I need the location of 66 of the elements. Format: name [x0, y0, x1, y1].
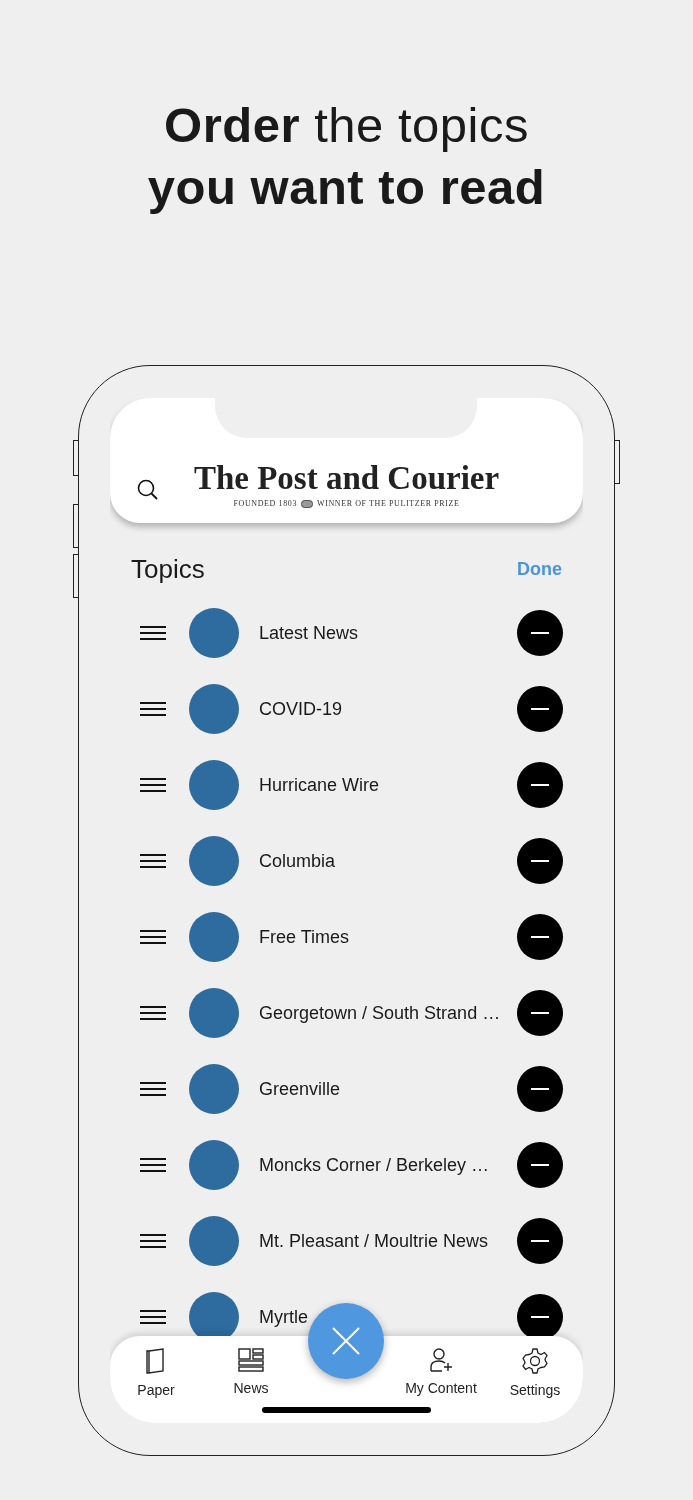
tab-button[interactable]: My Content — [395, 1348, 487, 1399]
topic-icon — [189, 684, 239, 734]
topic-label: Moncks Corner / Berkeley … — [259, 1153, 490, 1177]
section-title: Topics — [131, 552, 205, 586]
minus-icon — [531, 707, 549, 711]
headline-text: you want to read — [147, 160, 546, 214]
minus-icon — [531, 1011, 549, 1015]
tab-button[interactable]: Settings — [489, 1348, 581, 1401]
drag-handle-icon[interactable] — [140, 702, 166, 716]
news-icon — [238, 1348, 264, 1372]
remove-button[interactable] — [517, 990, 563, 1036]
close-icon — [331, 1326, 361, 1356]
drag-handle-icon[interactable] — [140, 1310, 166, 1324]
headline-text: Order the topics — [164, 98, 529, 152]
minus-icon — [531, 1087, 549, 1091]
topic-label: Myrtle — [259, 1305, 308, 1329]
drag-handle-icon[interactable] — [140, 626, 166, 640]
minus-icon — [531, 859, 549, 863]
minus-icon — [531, 783, 549, 787]
topic-icon — [189, 912, 239, 962]
close-button[interactable] — [308, 1303, 384, 1379]
emblem-icon — [301, 500, 313, 508]
tagline: FOUNDED 1803 — [233, 498, 297, 510]
tab-button[interactable]: News — [205, 1348, 297, 1399]
remove-button[interactable] — [517, 1218, 563, 1264]
drag-handle-icon[interactable] — [140, 1234, 166, 1248]
remove-button[interactable] — [517, 1142, 563, 1188]
tab-button[interactable]: Paper — [110, 1348, 202, 1401]
remove-button[interactable] — [517, 1066, 563, 1112]
person-add-icon — [429, 1348, 453, 1372]
topic-icon — [189, 1216, 239, 1266]
topic-icon — [189, 1140, 239, 1190]
topic-label: Columbia — [259, 849, 336, 873]
topic-icon — [189, 836, 239, 886]
minus-icon — [531, 631, 549, 635]
topic-icon — [189, 608, 239, 658]
drag-handle-icon[interactable] — [140, 1082, 166, 1096]
remove-button[interactable] — [517, 838, 563, 884]
drag-handle-icon[interactable] — [140, 854, 166, 868]
tagline: WINNER OF THE PULITZER PRIZE — [317, 498, 460, 510]
drag-handle-icon[interactable] — [140, 1158, 166, 1172]
minus-icon — [531, 1239, 549, 1243]
drag-handle-icon[interactable] — [140, 778, 166, 792]
topic-label: COVID-19 — [259, 697, 343, 721]
topic-label: Mt. Pleasant / Moultrie News — [259, 1229, 489, 1253]
minus-icon — [531, 1315, 549, 1319]
topic-label: Latest News — [259, 621, 359, 645]
minus-icon — [531, 935, 549, 939]
paper-icon — [146, 1348, 166, 1374]
settings-icon — [522, 1348, 548, 1374]
topic-icon — [189, 988, 239, 1038]
minus-icon — [531, 1163, 549, 1167]
remove-button[interactable] — [517, 762, 563, 808]
topic-label: Hurricane Wire — [259, 773, 380, 797]
remove-button[interactable] — [517, 610, 563, 656]
drag-handle-icon[interactable] — [140, 930, 166, 944]
search-icon[interactable] — [137, 479, 159, 501]
logo-text: The Post and Courier — [193, 460, 500, 496]
topic-icon — [189, 1064, 239, 1114]
remove-button[interactable] — [517, 686, 563, 732]
topic-label: Georgetown / South Strand … — [259, 1001, 501, 1025]
topic-label: Free Times — [259, 925, 350, 949]
topic-icon — [189, 760, 239, 810]
topic-label: Greenville — [259, 1077, 341, 1101]
remove-button[interactable] — [517, 914, 563, 960]
drag-handle-icon[interactable] — [140, 1006, 166, 1020]
